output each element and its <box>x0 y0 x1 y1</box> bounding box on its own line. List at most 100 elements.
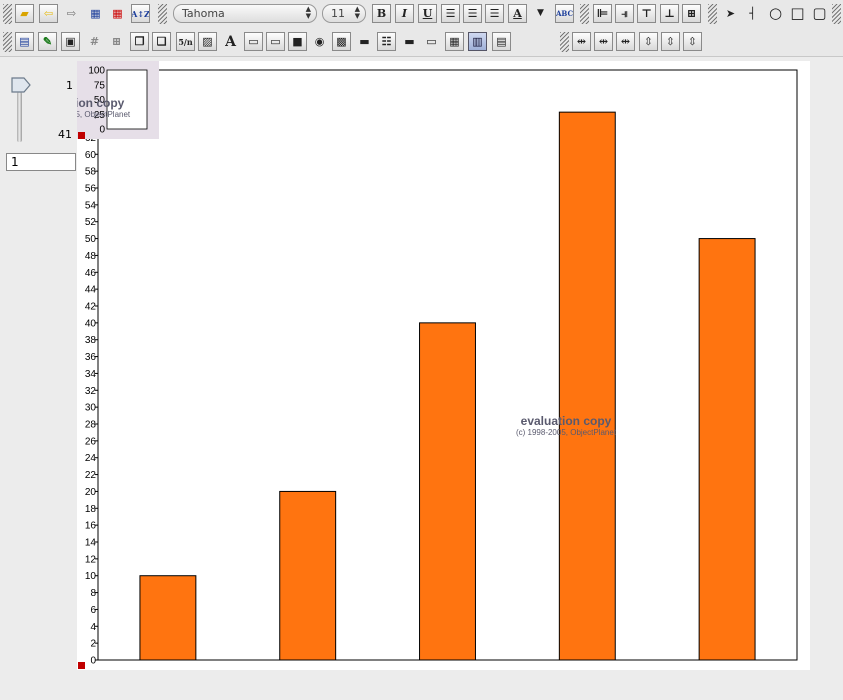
underline-button[interactable]: U <box>418 4 437 23</box>
insert-button-button[interactable]: ■ <box>288 32 307 51</box>
insert-slider-button[interactable]: ▭ <box>422 32 441 51</box>
space-horizontal-button[interactable]: ⇹ <box>594 32 613 51</box>
arrow-pointer-icon: ➤ <box>725 7 736 20</box>
overview-panel[interactable]: 1007550250 tion copy 05, ObjectPlanet <box>77 61 159 139</box>
insert-image-button[interactable]: ▩ <box>332 32 351 51</box>
distribute-vertical-button[interactable]: ⇳ <box>639 32 658 51</box>
toolbar-grip[interactable] <box>832 4 841 24</box>
align-edges-left-icon: ⊫ <box>596 7 609 20</box>
distribute-horizontal-button[interactable]: ⇹ <box>572 32 591 51</box>
insert-table-button[interactable]: ▦ <box>445 32 464 51</box>
font-family-select[interactable]: Tahoma ▲ ▼ <box>173 4 317 23</box>
distribute-v-icon: ⇳ <box>643 35 654 48</box>
italic-button[interactable]: I <box>395 4 414 23</box>
y-tick-label: 28 <box>85 420 97 431</box>
insert-graph-button[interactable]: ▥ <box>468 32 487 51</box>
save-button[interactable]: ▣ <box>61 32 80 51</box>
slider-icon: ▭ <box>426 35 437 48</box>
y-tick-label: 34 <box>85 369 97 380</box>
circle-icon: ○ <box>768 4 783 22</box>
insert-field-button[interactable]: ▭ <box>244 32 263 51</box>
slider-track[interactable] <box>17 92 22 142</box>
number-format-button[interactable]: 5/n <box>176 32 195 51</box>
toolbar-grip[interactable] <box>158 4 167 24</box>
insert-chart-button[interactable]: ◉ <box>310 32 329 51</box>
bar[interactable] <box>419 322 476 661</box>
properties-button[interactable]: ▤ <box>492 32 511 51</box>
compress-vertical-button[interactable]: ⇳ <box>683 32 702 51</box>
compress-horizontal-button[interactable]: ⇹ <box>616 32 635 51</box>
align-right-button[interactable]: ☰ <box>485 4 504 23</box>
align-right-edges-button[interactable]: ⫣ <box>615 4 634 23</box>
align-left-button[interactable]: ☰ <box>441 4 460 23</box>
y-tick-label: 14 <box>85 538 97 549</box>
open-folder-button[interactable]: ▰ <box>15 4 34 23</box>
align-edges-bottom-icon: ⊥ <box>664 7 675 20</box>
toolbar-grip[interactable] <box>560 32 569 52</box>
image-format-button[interactable]: ▨ <box>198 32 217 51</box>
align-left-icon: ☰ <box>445 7 456 20</box>
resize-handle-top[interactable] <box>78 132 85 139</box>
send-backward-button[interactable]: ❏ <box>152 32 171 51</box>
select-tool-button[interactable]: ➤ <box>721 4 740 23</box>
table-icon: ▦ <box>449 35 460 48</box>
text-tool-icon: A <box>225 33 236 50</box>
toolbar-grip[interactable] <box>3 32 12 52</box>
overview-watermark-title: tion copy <box>77 96 125 110</box>
toolbar-grip[interactable] <box>3 4 12 24</box>
insert-list-button[interactable]: ☷ <box>377 32 396 51</box>
bar[interactable] <box>139 575 197 661</box>
insert-textarea-button[interactable]: ▭ <box>266 32 285 51</box>
text-color-button[interactable]: A <box>508 4 527 23</box>
bar[interactable] <box>279 490 337 661</box>
rounded-rect-tool-button[interactable]: ▢ <box>810 4 829 23</box>
bar[interactable] <box>558 111 616 661</box>
insert-panel-button[interactable]: ▬ <box>355 32 374 51</box>
y-tick-label: 12 <box>85 554 97 565</box>
back-button[interactable]: ⇦ <box>39 4 58 23</box>
bring-forward-button[interactable]: ❐ <box>130 32 149 51</box>
form-view-button[interactable]: ▤ <box>15 32 34 51</box>
font-size-select[interactable]: 11 ▲ ▼ <box>322 4 366 23</box>
y-tick-label: 54 <box>85 200 97 211</box>
align-edges-right-icon: ⫣ <box>621 7 628 20</box>
spell-check-button[interactable]: ABC <box>555 4 574 23</box>
bar[interactable] <box>698 238 756 661</box>
watermark-title: evaluation copy <box>521 414 612 428</box>
folder-icon: ▰ <box>20 7 29 20</box>
line-tool-button[interactable]: ┤ <box>743 4 762 23</box>
space-vertical-button[interactable]: ⇳ <box>661 32 680 51</box>
forward-button[interactable]: ⇨ <box>62 4 81 23</box>
center-objects-icon: ⊞ <box>686 7 697 20</box>
floppy-disk-icon: ▣ <box>65 35 76 48</box>
text-color-dropdown[interactable]: ▼ <box>531 4 550 23</box>
align-top-edges-button[interactable]: ⊤ <box>637 4 656 23</box>
align-center-button[interactable]: ☰ <box>463 4 482 23</box>
y-tick-label: 40 <box>85 318 97 329</box>
toolbar-grip[interactable] <box>580 4 589 24</box>
bold-button[interactable]: B <box>372 4 391 23</box>
snap-grid-button[interactable]: ⊞ <box>107 32 126 51</box>
grid-button[interactable]: # <box>85 32 104 51</box>
slider-min-label: 1 <box>66 79 73 92</box>
rectangle-tool-button[interactable]: □ <box>788 4 807 23</box>
edit-chart-button[interactable]: ✎ <box>38 32 57 51</box>
ellipse-tool-button[interactable]: ○ <box>766 4 785 23</box>
resize-handle-bottom[interactable] <box>78 662 85 669</box>
sort-button[interactable]: A↕Z <box>131 4 150 23</box>
center-objects-button[interactable]: ⊞ <box>682 4 701 23</box>
overview-y-tick-label: 100 <box>88 66 105 77</box>
add-table-button[interactable]: ▦ <box>86 4 105 23</box>
insert-text-button[interactable]: A <box>221 32 240 51</box>
slider-thumb[interactable] <box>10 76 32 94</box>
toolbar-grip[interactable] <box>708 4 717 24</box>
align-left-edges-button[interactable]: ⊫ <box>593 4 612 23</box>
spell-check-icon: ABC <box>555 9 574 18</box>
align-bottom-edges-button[interactable]: ⊥ <box>660 4 679 23</box>
slider-value-input[interactable]: 1 <box>6 153 76 171</box>
text-field-icon: ▭ <box>248 35 259 48</box>
insert-scrollbar-button[interactable]: ▬ <box>400 32 419 51</box>
y-tick-label: 60 <box>85 150 97 161</box>
y-tick-label: 30 <box>85 403 97 414</box>
delete-table-button[interactable]: ▦ <box>108 4 127 23</box>
